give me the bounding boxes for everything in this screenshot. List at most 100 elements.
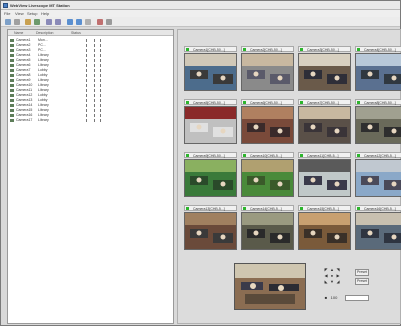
camera-feed[interactable] bbox=[298, 159, 351, 197]
list-item[interactable]: Camera4 Library bbox=[8, 53, 173, 58]
camera-feed[interactable] bbox=[355, 212, 401, 250]
camera-feed[interactable] bbox=[355, 53, 401, 91]
camera-icon bbox=[10, 103, 14, 107]
camera-tile[interactable]: Camera12[CHB-5...] bbox=[355, 152, 401, 197]
arrow-down-left-icon[interactable]: ◣ bbox=[324, 280, 328, 284]
help-icon[interactable] bbox=[106, 19, 112, 25]
layout-icon[interactable] bbox=[46, 19, 52, 25]
tile-header: Camera8[CHB-50...] bbox=[355, 99, 401, 105]
list-item[interactable]: Camera10 Library bbox=[8, 83, 173, 88]
list-item[interactable]: Camera15 Library bbox=[8, 108, 173, 113]
status-mark bbox=[100, 98, 103, 102]
camera-icon bbox=[10, 83, 14, 87]
app-icon bbox=[3, 3, 8, 8]
arrow-down-right-icon[interactable]: ◢ bbox=[336, 280, 340, 284]
camera-feed[interactable] bbox=[184, 53, 237, 91]
arrow-up-right-icon[interactable]: ◥ bbox=[336, 268, 340, 272]
list-item[interactable]: Camera2 PC... bbox=[8, 43, 173, 48]
list-item[interactable]: Camera5 Library bbox=[8, 58, 173, 63]
camera-tile[interactable]: Camera4[CHB-50...] bbox=[355, 46, 401, 91]
camera-tile[interactable]: Camera6[CHB-50...] bbox=[241, 99, 294, 144]
list-header: Name Description Status bbox=[8, 30, 173, 36]
camera-icon[interactable] bbox=[67, 19, 73, 25]
play-icon[interactable] bbox=[34, 19, 40, 25]
camera-feed[interactable] bbox=[241, 53, 294, 91]
camera-tile[interactable]: Camera3[CHB-50...] bbox=[298, 46, 351, 91]
camera-feed[interactable] bbox=[298, 106, 351, 144]
camera-name: Camera17 bbox=[16, 118, 33, 122]
camera-feed[interactable] bbox=[184, 212, 237, 250]
status-mark bbox=[100, 58, 103, 62]
list-item[interactable]: Camera12 Lobby bbox=[8, 93, 173, 98]
camera-name: Camera16 bbox=[16, 113, 33, 117]
camera-tile[interactable]: Camera9[CHB-50...] bbox=[184, 152, 237, 197]
ptz-control: ◤ ▲ ◥ ◀ ● ▶ ◣ ▼ ◢ Preset Preset ■ 100 bbox=[321, 268, 376, 308]
alarm-icon[interactable] bbox=[97, 19, 103, 25]
status-mark bbox=[86, 103, 89, 107]
list-item[interactable]: Camera6 Library bbox=[8, 63, 173, 68]
disconnect-icon[interactable] bbox=[14, 19, 20, 25]
camera-icon bbox=[10, 58, 14, 62]
camera-feed[interactable] bbox=[184, 106, 237, 144]
menu-view[interactable]: View bbox=[15, 11, 24, 16]
camera-name: Camera1 bbox=[16, 38, 31, 42]
camera-feed[interactable] bbox=[241, 106, 294, 144]
preset-goto-button[interactable]: Preset bbox=[355, 278, 369, 285]
camera-grid: Camera1[CHB-50...] Camera2[CHB-50...] Came… bbox=[177, 29, 401, 324]
camera-feed[interactable] bbox=[241, 159, 294, 197]
menu-help[interactable]: Help bbox=[41, 11, 49, 16]
camera-tile[interactable]: Camera13[CHB-5...] bbox=[184, 205, 237, 250]
camera-feed[interactable] bbox=[355, 159, 401, 197]
camera-tile[interactable]: Camera7[CHB-50...] bbox=[298, 99, 351, 144]
list-item[interactable]: Camera3 PC... bbox=[8, 48, 173, 53]
list-item[interactable]: Camera8 Lobby bbox=[8, 73, 173, 78]
camera-tile[interactable]: Camera8[CHB-50...] bbox=[355, 99, 401, 144]
arrow-up-left-icon[interactable]: ◤ bbox=[324, 268, 328, 272]
home-icon[interactable]: ● bbox=[330, 274, 334, 278]
list-item[interactable]: Camera1 Mon... bbox=[8, 38, 173, 43]
tile-title: Camera5[CHB-50...] bbox=[193, 100, 225, 105]
camera-feed[interactable] bbox=[241, 212, 294, 250]
camera-tile[interactable]: Camera5[CHB-50...] bbox=[184, 99, 237, 144]
list-item[interactable]: Camera9 Library bbox=[8, 78, 173, 83]
menu-file[interactable]: File bbox=[4, 11, 10, 16]
list-item[interactable]: Camera11 Library bbox=[8, 88, 173, 93]
col-description[interactable]: Description bbox=[36, 31, 54, 35]
arrow-left-icon[interactable]: ◀ bbox=[324, 274, 328, 278]
list-item[interactable]: Camera17 Library bbox=[8, 118, 173, 123]
menu-setup[interactable]: Setup bbox=[27, 11, 37, 16]
list-item[interactable]: Camera13 Lobby bbox=[8, 98, 173, 103]
arrow-up-icon[interactable]: ▲ bbox=[330, 268, 334, 272]
arrow-down-icon[interactable]: ▼ bbox=[330, 280, 334, 284]
list-item[interactable]: Camera16 Library bbox=[8, 113, 173, 118]
zoom-icon[interactable]: ■ bbox=[324, 296, 328, 300]
app-window: WebView Livescope MT Station File View S… bbox=[0, 0, 401, 326]
camera-icon bbox=[10, 108, 14, 112]
col-name[interactable]: Name bbox=[14, 31, 23, 35]
camera-feed[interactable] bbox=[355, 106, 401, 144]
camera-feed[interactable] bbox=[298, 53, 351, 91]
col-status[interactable]: Status bbox=[71, 31, 81, 35]
camera-tile[interactable]: Camera14[CHB-5...] bbox=[241, 205, 294, 250]
list-item[interactable]: Camera14 Library bbox=[8, 103, 173, 108]
list-item[interactable]: Camera7 Lobby bbox=[8, 68, 173, 73]
window-title: WebView Livescope MT Station bbox=[10, 3, 70, 8]
camera-tile[interactable]: Camera10[CHB-5...] bbox=[241, 152, 294, 197]
camera-tile[interactable]: Camera11[CHB-5...] bbox=[298, 152, 351, 197]
arrow-right-icon[interactable]: ▶ bbox=[336, 274, 340, 278]
preset-button[interactable]: Preset bbox=[355, 269, 369, 276]
connect-icon[interactable] bbox=[5, 19, 11, 25]
record-icon[interactable] bbox=[25, 19, 31, 25]
camera-feed[interactable] bbox=[298, 212, 351, 250]
snapshot-icon[interactable] bbox=[76, 19, 82, 25]
camera-tile[interactable]: Camera16[CHB-5...] bbox=[355, 205, 401, 250]
ptz-preview[interactable] bbox=[234, 263, 306, 310]
camera-feed[interactable] bbox=[184, 159, 237, 197]
speed-field[interactable] bbox=[345, 295, 369, 301]
camera-tile[interactable]: Camera15[CHB-5...] bbox=[298, 205, 351, 250]
camera-tile[interactable]: Camera2[CHB-50...] bbox=[241, 46, 294, 91]
camera-tile[interactable]: Camera1[CHB-50...] bbox=[184, 46, 237, 91]
tile-header: Camera9[CHB-50...] bbox=[184, 152, 237, 158]
grid-icon[interactable] bbox=[55, 19, 61, 25]
settings-icon[interactable] bbox=[85, 19, 91, 25]
